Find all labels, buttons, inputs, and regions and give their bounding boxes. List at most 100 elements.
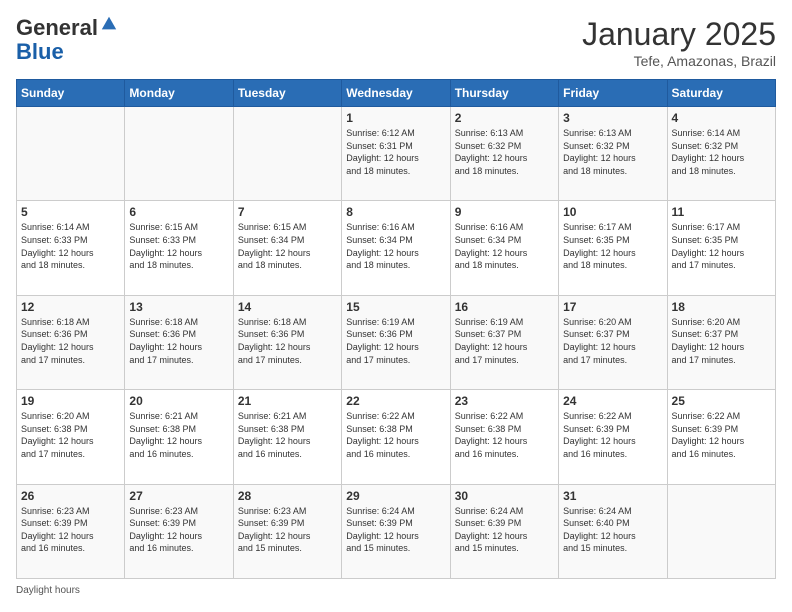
day-info: Sunrise: 6:20 AM Sunset: 6:38 PM Dayligh… <box>21 410 120 460</box>
logo-general: General <box>16 16 98 40</box>
calendar-day-cell: 19 Sunrise: 6:20 AM Sunset: 6:38 PM Dayli… <box>17 390 125 484</box>
day-number: 27 <box>129 489 228 503</box>
day-number: 16 <box>455 300 554 314</box>
calendar-day-cell: 26Sunrise: 6:23 AM Sunset: 6:39 PM Dayli… <box>17 484 125 578</box>
day-number: 2 <box>455 111 554 125</box>
day-number: 21 <box>238 394 337 408</box>
day-info: Sunrise: 6:22 AM Sunset: 6:39 PM Dayligh… <box>672 410 771 460</box>
day-info: Sunrise: 6:16 AM Sunset: 6:34 PM Dayligh… <box>455 221 554 271</box>
day-number: 8 <box>346 205 445 219</box>
day-info: Sunrise: 6:18 AM Sunset: 6:36 PM Dayligh… <box>21 316 120 366</box>
day-info: Sunrise: 6:22 AM Sunset: 6:38 PM Dayligh… <box>455 410 554 460</box>
calendar-day-cell: 8 Sunrise: 6:16 AM Sunset: 6:34 PM Daylig… <box>342 201 450 295</box>
day-number: 22 <box>346 394 445 408</box>
day-info: Sunrise: 6:16 AM Sunset: 6:34 PM Dayligh… <box>346 221 445 271</box>
logo-blue: Blue <box>16 39 64 64</box>
day-info: Sunrise: 6:23 AM Sunset: 6:39 PM Dayligh… <box>129 505 228 555</box>
calendar-header-row: SundayMondayTuesdayWednesdayThursdayFrid… <box>17 80 776 107</box>
day-info: Sunrise: 6:22 AM Sunset: 6:39 PM Dayligh… <box>563 410 662 460</box>
day-number: 6 <box>129 205 228 219</box>
day-number: 15 <box>346 300 445 314</box>
calendar-week-row: 5 Sunrise: 6:14 AM Sunset: 6:33 PM Daylig… <box>17 201 776 295</box>
title-block: January 2025 Tefe, Amazonas, Brazil <box>582 16 776 69</box>
day-info: Sunrise: 6:20 AM Sunset: 6:37 PM Dayligh… <box>672 316 771 366</box>
day-info: Sunrise: 6:17 AM Sunset: 6:35 PM Dayligh… <box>563 221 662 271</box>
calendar-day-cell: 2Sunrise: 6:13 AM Sunset: 6:32 PM Daylig… <box>450 107 558 201</box>
day-info: Sunrise: 6:14 AM Sunset: 6:33 PM Dayligh… <box>21 221 120 271</box>
day-info: Sunrise: 6:21 AM Sunset: 6:38 PM Dayligh… <box>129 410 228 460</box>
day-info: Sunrise: 6:19 AM Sunset: 6:37 PM Dayligh… <box>455 316 554 366</box>
calendar-day-cell: 27 Sunrise: 6:23 AM Sunset: 6:39 PM Dayli… <box>125 484 233 578</box>
day-info: Sunrise: 6:24 AM Sunset: 6:39 PM Dayligh… <box>455 505 554 555</box>
calendar-week-row: 26Sunrise: 6:23 AM Sunset: 6:39 PM Dayli… <box>17 484 776 578</box>
calendar-day-cell: 22 Sunrise: 6:22 AM Sunset: 6:38 PM Dayli… <box>342 390 450 484</box>
day-number: 4 <box>672 111 771 125</box>
day-number: 29 <box>346 489 445 503</box>
day-info: Sunrise: 6:18 AM Sunset: 6:36 PM Dayligh… <box>238 316 337 366</box>
calendar-day-cell: 29 Sunrise: 6:24 AM Sunset: 6:39 PM Dayli… <box>342 484 450 578</box>
calendar-day-cell: 17Sunrise: 6:20 AM Sunset: 6:37 PM Dayli… <box>559 295 667 389</box>
day-info: Sunrise: 6:22 AM Sunset: 6:38 PM Dayligh… <box>346 410 445 460</box>
calendar-day-cell <box>233 107 341 201</box>
day-info: Sunrise: 6:15 AM Sunset: 6:33 PM Dayligh… <box>129 221 228 271</box>
calendar-day-cell: 28 Sunrise: 6:23 AM Sunset: 6:39 PM Dayli… <box>233 484 341 578</box>
day-info: Sunrise: 6:24 AM Sunset: 6:40 PM Dayligh… <box>563 505 662 555</box>
daylight-hours-label: Daylight hours <box>16 585 80 596</box>
calendar-day-cell <box>125 107 233 201</box>
day-number: 3 <box>563 111 662 125</box>
day-number: 5 <box>21 205 120 219</box>
calendar-day-cell: 1Sunrise: 6:12 AM Sunset: 6:31 PM Daylig… <box>342 107 450 201</box>
day-number: 14 <box>238 300 337 314</box>
day-info: Sunrise: 6:17 AM Sunset: 6:35 PM Dayligh… <box>672 221 771 271</box>
day-number: 17 <box>563 300 662 314</box>
calendar-week-row: 1Sunrise: 6:12 AM Sunset: 6:31 PM Daylig… <box>17 107 776 201</box>
day-info: Sunrise: 6:13 AM Sunset: 6:32 PM Dayligh… <box>563 127 662 177</box>
calendar-header-cell: Monday <box>125 80 233 107</box>
day-number: 10 <box>563 205 662 219</box>
logo: General Blue <box>16 16 118 64</box>
day-info: Sunrise: 6:14 AM Sunset: 6:32 PM Dayligh… <box>672 127 771 177</box>
main-title: January 2025 <box>582 16 776 53</box>
day-number: 7 <box>238 205 337 219</box>
day-info: Sunrise: 6:19 AM Sunset: 6:36 PM Dayligh… <box>346 316 445 366</box>
day-number: 31 <box>563 489 662 503</box>
day-info: Sunrise: 6:18 AM Sunset: 6:36 PM Dayligh… <box>129 316 228 366</box>
calendar-day-cell: 4 Sunrise: 6:14 AM Sunset: 6:32 PM Daylig… <box>667 107 775 201</box>
calendar-header-cell: Saturday <box>667 80 775 107</box>
day-info: Sunrise: 6:24 AM Sunset: 6:39 PM Dayligh… <box>346 505 445 555</box>
calendar-day-cell: 21Sunrise: 6:21 AM Sunset: 6:38 PM Dayli… <box>233 390 341 484</box>
calendar-header-cell: Wednesday <box>342 80 450 107</box>
day-number: 28 <box>238 489 337 503</box>
subtitle: Tefe, Amazonas, Brazil <box>582 53 776 69</box>
day-number: 24 <box>563 394 662 408</box>
calendar-day-cell: 3 Sunrise: 6:13 AM Sunset: 6:32 PM Daylig… <box>559 107 667 201</box>
calendar-week-row: 12Sunrise: 6:18 AM Sunset: 6:36 PM Dayli… <box>17 295 776 389</box>
header: General Blue January 2025 Tefe, Amazonas… <box>16 16 776 69</box>
day-number: 19 <box>21 394 120 408</box>
day-info: Sunrise: 6:23 AM Sunset: 6:39 PM Dayligh… <box>238 505 337 555</box>
calendar-day-cell: 5 Sunrise: 6:14 AM Sunset: 6:33 PM Daylig… <box>17 201 125 295</box>
page: General Blue January 2025 Tefe, Amazonas… <box>0 0 792 612</box>
calendar-day-cell: 9 Sunrise: 6:16 AM Sunset: 6:34 PM Daylig… <box>450 201 558 295</box>
calendar-day-cell: 12Sunrise: 6:18 AM Sunset: 6:36 PM Dayli… <box>17 295 125 389</box>
calendar-day-cell: 23 Sunrise: 6:22 AM Sunset: 6:38 PM Dayli… <box>450 390 558 484</box>
day-number: 23 <box>455 394 554 408</box>
calendar-day-cell: 30 Sunrise: 6:24 AM Sunset: 6:39 PM Dayli… <box>450 484 558 578</box>
day-number: 13 <box>129 300 228 314</box>
calendar-header-cell: Thursday <box>450 80 558 107</box>
calendar-day-cell: 16 Sunrise: 6:19 AM Sunset: 6:37 PM Dayli… <box>450 295 558 389</box>
day-number: 9 <box>455 205 554 219</box>
calendar-day-cell: 13 Sunrise: 6:18 AM Sunset: 6:36 PM Dayli… <box>125 295 233 389</box>
calendar-table: SundayMondayTuesdayWednesdayThursdayFrid… <box>16 79 776 579</box>
calendar-day-cell: 6 Sunrise: 6:15 AM Sunset: 6:33 PM Daylig… <box>125 201 233 295</box>
calendar-header-cell: Tuesday <box>233 80 341 107</box>
calendar-day-cell: 18 Sunrise: 6:20 AM Sunset: 6:37 PM Dayli… <box>667 295 775 389</box>
calendar-day-cell <box>17 107 125 201</box>
calendar-day-cell: 31 Sunrise: 6:24 AM Sunset: 6:40 PM Dayli… <box>559 484 667 578</box>
calendar-day-cell: 25Sunrise: 6:22 AM Sunset: 6:39 PM Dayli… <box>667 390 775 484</box>
day-info: Sunrise: 6:12 AM Sunset: 6:31 PM Dayligh… <box>346 127 445 177</box>
calendar-day-cell: 15 Sunrise: 6:19 AM Sunset: 6:36 PM Dayli… <box>342 295 450 389</box>
day-number: 30 <box>455 489 554 503</box>
day-number: 18 <box>672 300 771 314</box>
calendar-header-cell: Friday <box>559 80 667 107</box>
